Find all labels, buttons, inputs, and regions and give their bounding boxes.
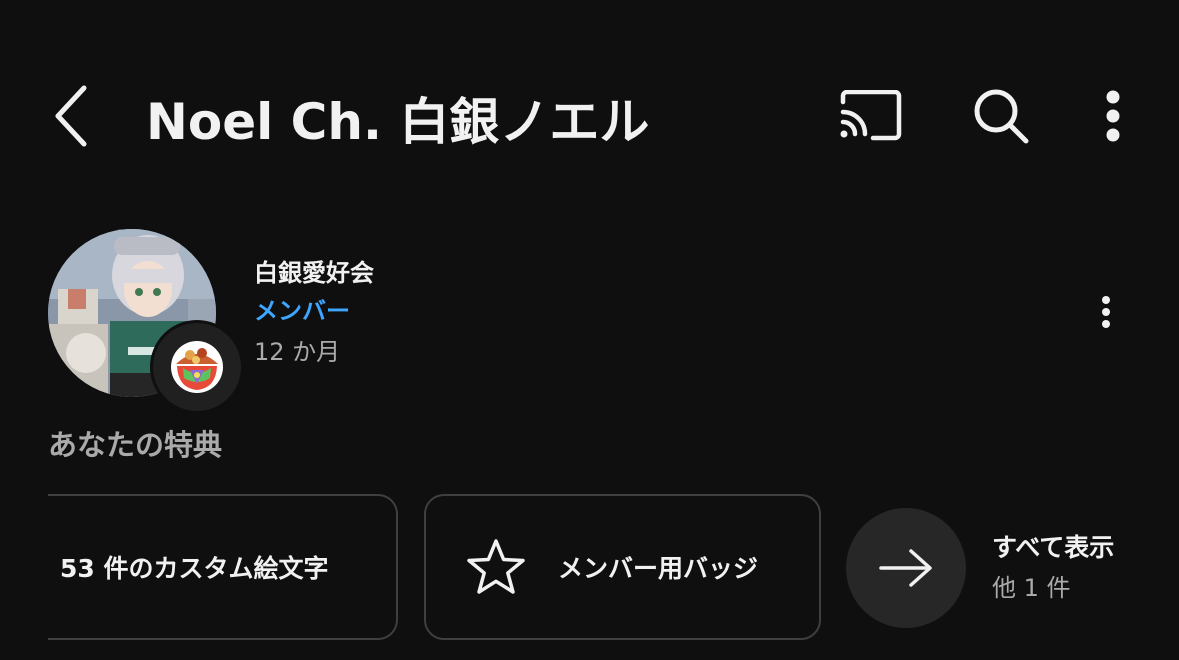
- cast-button[interactable]: [835, 80, 907, 152]
- top-actions: [835, 80, 1131, 152]
- top-app-bar: Noel Ch. 白銀ノエル: [0, 60, 1179, 170]
- see-all-text: すべて表示 他 1 件: [992, 528, 1114, 608]
- membership-level-name: 白銀愛好会: [254, 259, 374, 287]
- perk-card-member-badge[interactable]: メンバー用バッジ: [424, 494, 821, 640]
- membership-status: メンバー: [254, 297, 350, 325]
- see-all-perks-button[interactable]: すべて表示 他 1 件: [846, 508, 1166, 628]
- more-vertical-icon: [1106, 90, 1120, 142]
- arrow-right-icon: [879, 549, 932, 587]
- membership-info: 白銀愛好会 メンバー 12 か月: [0, 226, 1179, 414]
- see-all-circle: [846, 508, 966, 628]
- cast-icon: [840, 90, 902, 141]
- more-vertical-icon: [1102, 296, 1110, 328]
- see-all-label: すべて表示: [992, 533, 1115, 562]
- more-options-button[interactable]: [1095, 80, 1131, 152]
- perk-card-custom-emoji[interactable]: 53 件のカスタム絵文字: [48, 494, 398, 640]
- membership-text: 白銀愛好会 メンバー 12 か月: [254, 256, 374, 372]
- loyalty-badge-icon: [171, 341, 223, 393]
- membership-more-button[interactable]: [1093, 292, 1119, 332]
- member-badge: [150, 320, 244, 414]
- channel-title: Noel Ch. 白銀ノエル: [146, 93, 650, 151]
- search-button[interactable]: [965, 80, 1037, 152]
- membership-duration: 12 か月: [254, 338, 341, 366]
- perks-heading: あなたの特典: [48, 428, 223, 462]
- chevron-left-icon: [55, 85, 87, 147]
- see-all-count: 他 1 件: [992, 574, 1071, 602]
- perk-label: メンバー用バッジ: [558, 554, 759, 583]
- perk-label: 53 件のカスタム絵文字: [60, 554, 329, 583]
- membership-page: Noel Ch. 白銀ノエル 白銀愛好会 メンバー 12 か月 あなたの特典 5…: [0, 0, 1179, 660]
- back-button[interactable]: [42, 78, 102, 154]
- star-outline-icon: [466, 537, 526, 597]
- search-icon: [974, 89, 1029, 144]
